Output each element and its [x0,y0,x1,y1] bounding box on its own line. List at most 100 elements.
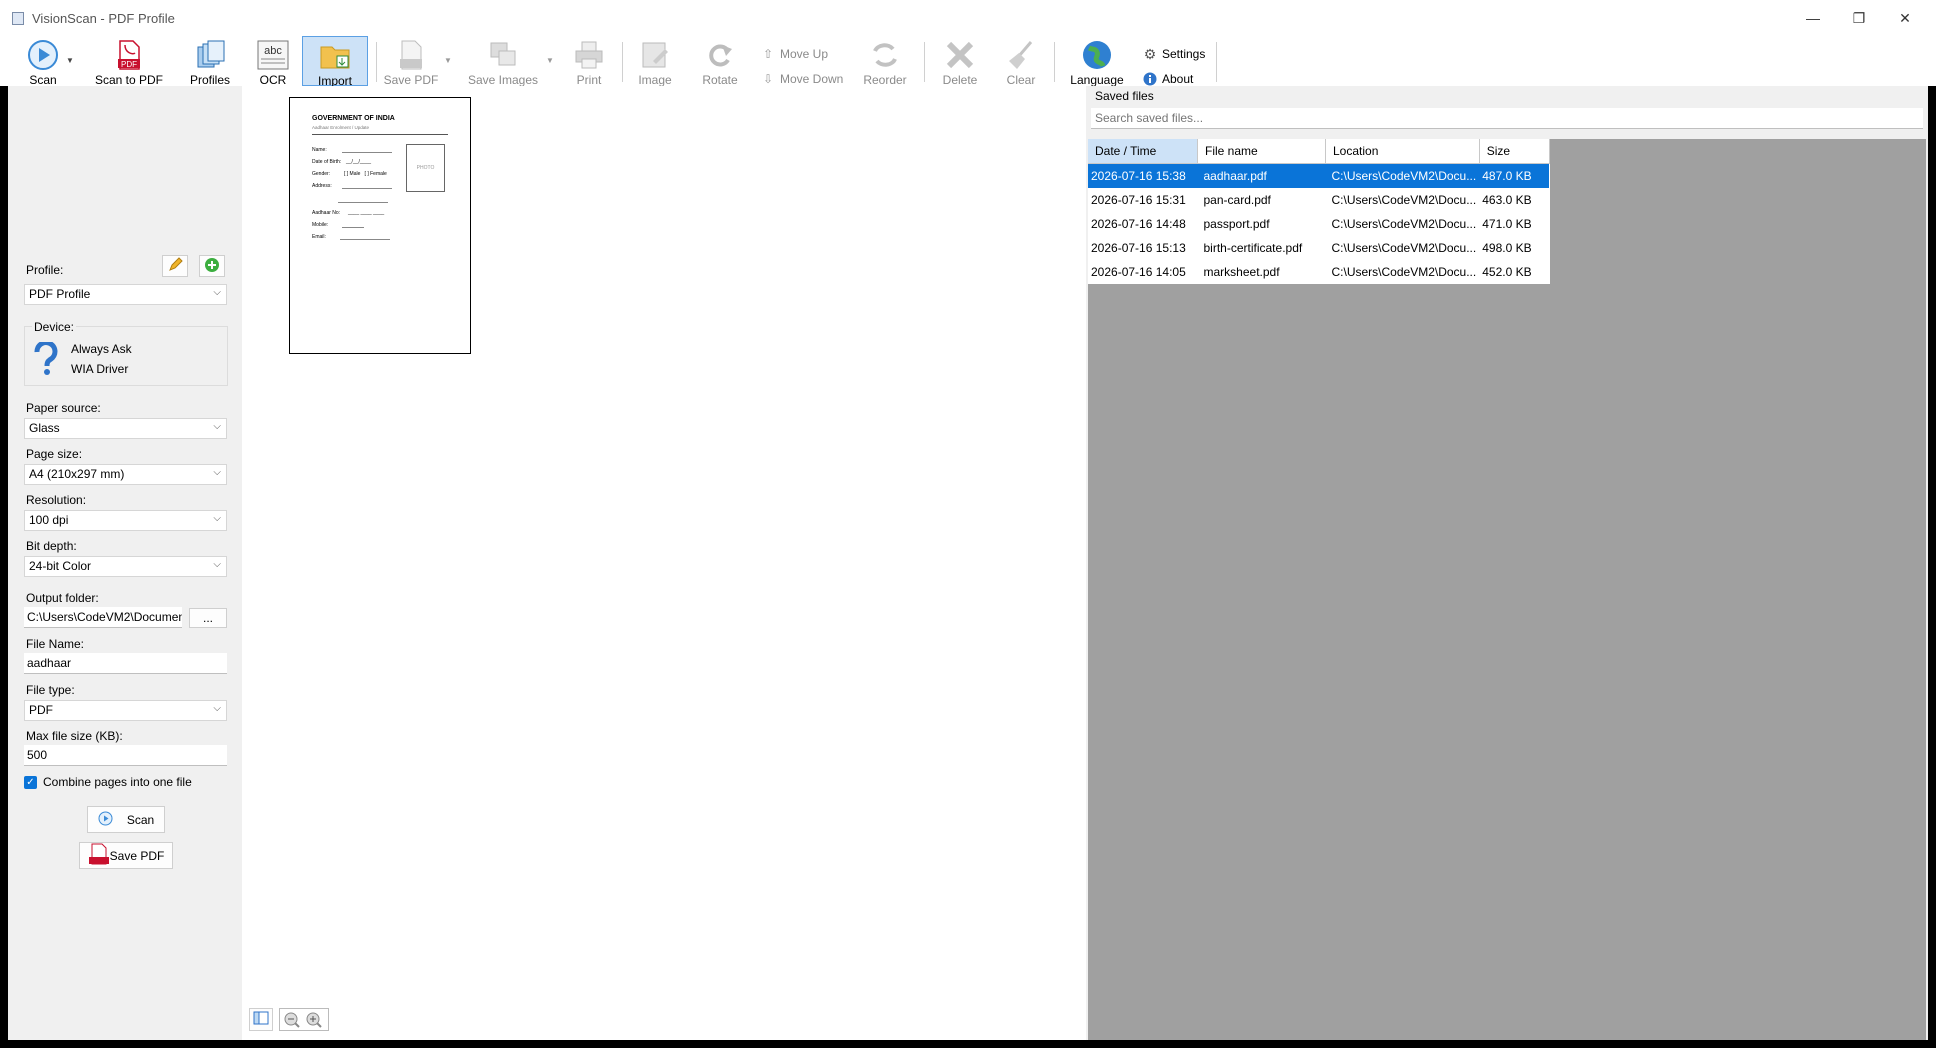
resolution-select[interactable]: 100 dpi ⌵ [24,510,227,531]
thumb-field-address: Address: [312,183,332,189]
save-pdf-button[interactable]: Save PDF [79,842,173,869]
table-row[interactable]: 2026-07-16 15:38 aadhaar.pdf C:\Users\Co… [1088,163,1550,188]
zoom-out-icon[interactable] [283,1011,301,1032]
thumb-line [340,239,390,240]
import-button[interactable]: Import [302,36,368,88]
chevron-down-icon: ⌵ [213,421,221,432]
cell-location: C:\Users\CodeVM2\Docu... [1331,193,1477,207]
toolbar-separator [1216,42,1217,82]
thumb-line [342,152,392,153]
arrow-up-icon: ⇧ [762,47,774,61]
restore-button[interactable]: ❐ [1836,0,1882,36]
thumb-photo-box: PHOTO [406,144,445,192]
reorder-button[interactable]: Reorder [858,36,912,87]
cell-date: 2026-07-16 15:13 [1091,241,1186,255]
thumb-field-mobile: Mobile: [312,222,329,228]
search-saved-files-input[interactable] [1091,108,1923,129]
file-name-input[interactable]: aadhaar [24,653,227,674]
images-icon [487,39,519,71]
profile-select[interactable]: PDF Profile ⌵ [24,284,227,305]
save-pdf-dropdown-arrow[interactable]: ▼ [444,56,452,65]
thumb-line [342,227,364,228]
view-layout-button[interactable] [249,1008,273,1031]
arrow-down-icon: ⇩ [762,72,774,86]
max-size-input[interactable]: 500 [24,745,227,766]
combine-checkbox[interactable]: ✓ [24,776,37,789]
settings-button[interactable]: ⚙ Settings [1142,44,1206,64]
thumb-dob-blank: __/__/____ [346,159,372,165]
column-header-location[interactable]: Location [1325,139,1480,164]
window-title: VisionScan - PDF Profile [32,11,175,26]
cell-location: C:\Users\CodeVM2\Docu... [1325,163,1480,188]
browse-folder-button[interactable]: ... [189,608,227,628]
image-button[interactable]: Image [632,36,678,87]
table-row[interactable]: 2026-07-16 15:13 birth-certificate.pdf C… [1088,236,1549,260]
close-button[interactable]: ✕ [1882,0,1928,36]
image-edit-icon [639,39,671,71]
minimize-button[interactable]: — [1790,0,1836,36]
rotate-button[interactable]: Rotate [696,36,744,87]
page-thumbnail[interactable]: GOVERNMENT OF INDIA Aadhaar Enrolment / … [289,97,471,354]
file-type-label: File type: [26,683,75,697]
language-button[interactable]: Language [1066,36,1128,87]
column-header-name[interactable]: File name [1197,139,1326,164]
profiles-button[interactable]: Profiles [186,36,234,87]
add-profile-button[interactable] [199,255,225,277]
scan-to-pdf-button[interactable]: PDF Scan to PDF [92,36,166,87]
save-pdf-tool-button[interactable]: Save PDF [382,36,440,87]
pdf-file-icon: PDF [113,39,145,71]
output-folder-input[interactable]: C:\Users\CodeVM2\Documents [24,607,182,628]
cell-name: aadhaar.pdf [1197,163,1326,188]
ocr-icon: abc [257,39,289,71]
clear-button[interactable]: Clear [998,36,1044,87]
table-row[interactable]: 2026-07-16 14:05 marksheet.pdf C:\Users\… [1088,260,1549,284]
chevron-down-icon: ⌵ [213,467,221,478]
file-type-select[interactable]: PDF ⌵ [24,700,227,721]
chevron-down-icon: ⌵ [213,703,221,714]
cell-location: C:\Users\CodeVM2\Docu... [1331,217,1477,231]
scan-tool-button[interactable]: Scan [20,36,66,87]
table-row[interactable]: 2026-07-16 14:48 passport.pdf C:\Users\C… [1088,212,1549,236]
save-images-button[interactable]: Save Images [466,36,540,87]
ocr-button[interactable]: abc OCR [254,36,292,87]
question-icon[interactable] [33,340,59,379]
thumb-field-aadhaar: Aadhaar No: [312,210,341,216]
title-bar: VisionScan - PDF Profile — ❐ ✕ [0,0,1936,36]
scan-dropdown-arrow[interactable]: ▼ [66,56,74,65]
paper-source-select[interactable]: Glass ⌵ [24,418,227,439]
cell-size: 471.0 KB [1482,217,1532,231]
zoom-in-icon[interactable] [305,1011,323,1032]
device-label: Device: [32,320,77,334]
table-row[interactable]: 2026-07-16 15:31 pan-card.pdf C:\Users\C… [1088,188,1549,212]
pencil-icon [167,256,183,276]
thumb-field-name: Name: [312,147,327,153]
plus-icon [204,257,220,276]
cell-size: 452.0 KB [1482,265,1532,279]
toolbar-separator [1054,42,1055,82]
broom-icon [1005,39,1037,71]
bottom-frame [0,1040,1936,1048]
printer-icon [573,39,605,71]
toolbar-separator [376,42,377,82]
profiles-icon [194,39,226,71]
device-name: Always Ask [71,342,132,356]
save-images-dropdown-arrow[interactable]: ▼ [546,56,554,65]
bit-depth-select[interactable]: 24-bit Color ⌵ [24,556,227,577]
toolbar-separator [924,42,925,82]
scan-button[interactable]: Scan [87,806,165,833]
column-header-date[interactable]: Date / Time [1088,139,1198,164]
device-driver: WIA Driver [71,362,129,376]
thumb-field-dob: Date of Birth: [312,159,342,165]
move-up-button[interactable]: ⇧ Move Up [760,44,828,64]
resolution-label: Resolution: [26,493,87,507]
delete-button[interactable]: Delete [936,36,984,87]
column-header-size[interactable]: Size [1479,139,1550,164]
cell-date: 2026-07-16 14:48 [1091,217,1186,231]
page-size-select[interactable]: A4 (210x297 mm) ⌵ [24,464,227,485]
cell-date: 2026-07-16 15:31 [1091,193,1186,207]
cell-name: birth-certificate.pdf [1203,241,1303,255]
scan-icon [27,39,59,71]
thumb-rule [312,134,448,135]
print-button[interactable]: Print [568,36,610,87]
edit-profile-button[interactable] [162,255,188,277]
